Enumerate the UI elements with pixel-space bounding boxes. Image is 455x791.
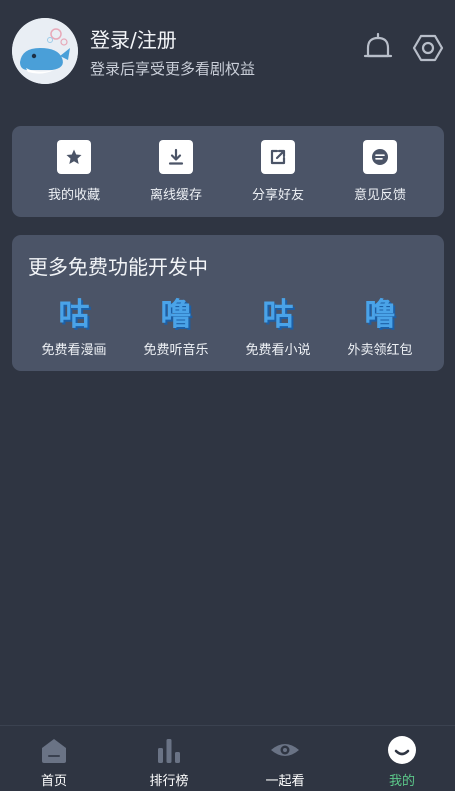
login-benefit-text: 登录后享受更多看剧权益 — [90, 60, 256, 78]
home-icon — [38, 734, 70, 766]
takeout-redpacket-button[interactable]: 噜 外卖领红包 — [330, 297, 430, 363]
avatar[interactable] — [12, 18, 78, 84]
feedback-icon — [363, 140, 397, 174]
offline-cache-label: 离线缓存 — [149, 188, 202, 203]
offline-cache-button[interactable]: 离线缓存 — [126, 140, 226, 212]
star-icon — [57, 140, 91, 174]
tab-home[interactable]: 首页 — [9, 734, 99, 789]
bell-icon[interactable] — [360, 30, 396, 66]
more-features-card: 更多免费功能开发中 咕 免费看漫画 噜 免费听音乐 咕 免费看小说 噜 外卖领红… — [12, 235, 444, 371]
tab-profile[interactable]: 我的 — [357, 734, 447, 789]
free-comics-button[interactable]: 咕 免费看漫画 — [24, 297, 124, 363]
quick-actions-card: 我的收藏 离线缓存 分享好友 意见反馈 — [12, 126, 444, 217]
lu-glyph-icon: 噜 — [364, 297, 396, 333]
bottom-tab-bar: 首页 排行榜 一起看 我的 — [0, 725, 455, 791]
ranking-icon — [153, 734, 185, 766]
free-novels-label: 免费看小说 — [245, 343, 311, 358]
tab-watch-together-label: 一起看 — [265, 774, 305, 789]
share-friends-button[interactable]: 分享好友 — [228, 140, 328, 212]
settings-icon[interactable] — [410, 30, 446, 66]
free-comics-label: 免费看漫画 — [41, 343, 107, 358]
lu-glyph-icon: 噜 — [160, 297, 192, 333]
more-features-title: 更多免费功能开发中 — [28, 255, 208, 279]
takeout-redpacket-label: 外卖领红包 — [347, 343, 413, 358]
feedback-button[interactable]: 意见反馈 — [330, 140, 430, 212]
tab-ranking[interactable]: 排行榜 — [124, 734, 214, 789]
free-music-label: 免费听音乐 — [143, 343, 209, 358]
feedback-label: 意见反馈 — [353, 188, 406, 203]
tab-ranking-label: 排行榜 — [149, 774, 189, 789]
whale-avatar-icon — [12, 18, 78, 84]
tab-profile-label: 我的 — [388, 774, 415, 789]
free-novels-button[interactable]: 咕 免费看小说 — [228, 297, 328, 363]
share-friends-label: 分享好友 — [251, 188, 304, 203]
login-register-link[interactable]: 登录/注册 — [90, 24, 177, 53]
free-music-button[interactable]: 噜 免费听音乐 — [126, 297, 226, 363]
download-icon — [159, 140, 193, 174]
tab-home-label: 首页 — [40, 774, 67, 789]
eye-icon — [269, 734, 301, 766]
favorites-button[interactable]: 我的收藏 — [24, 140, 124, 212]
tab-watch-together[interactable]: 一起看 — [240, 734, 330, 789]
gu-glyph-icon: 咕 — [58, 297, 90, 333]
profile-header: 登录/注册 登录后享受更多看剧权益 — [0, 0, 455, 100]
gu-glyph-icon: 咕 — [262, 297, 294, 333]
favorites-label: 我的收藏 — [47, 188, 100, 203]
profile-icon — [386, 734, 418, 766]
share-icon — [261, 140, 295, 174]
